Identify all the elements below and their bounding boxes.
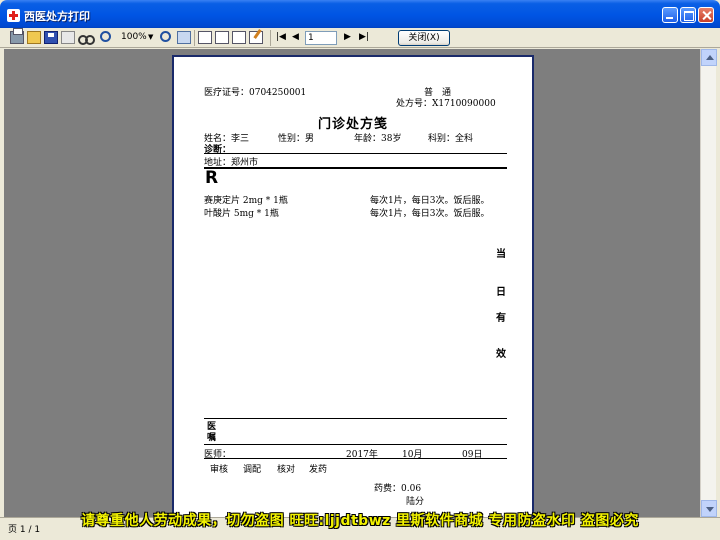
scroll-up-icon[interactable] <box>701 49 717 66</box>
page-number-input[interactable]: 1 <box>305 31 337 45</box>
drug-usage: 每次1片，每日3次。饭后服。 <box>370 196 490 206</box>
validity-note-char: 当 <box>496 249 506 260</box>
vertical-scrollbar[interactable] <box>700 49 717 517</box>
prescription-title: 门诊处方笺 <box>317 117 388 132</box>
two-page-icon[interactable] <box>215 31 229 44</box>
dispense-label: 调配 <box>243 465 262 475</box>
edit-page-icon[interactable] <box>249 31 263 44</box>
find-icon[interactable] <box>78 31 95 45</box>
rx-symbol: R <box>205 168 219 188</box>
first-page-icon[interactable]: |◀ <box>276 31 286 44</box>
drug-name: 赛庚定片 2mg * 1瓶 <box>204 196 288 206</box>
divider <box>204 444 507 445</box>
next-page-icon[interactable]: ▶ <box>344 31 351 44</box>
last-page-icon[interactable]: ▶| <box>359 31 369 44</box>
single-page-icon[interactable] <box>198 31 212 44</box>
print-preview-area[interactable]: 医疗证号：0704250001 普 通 处方号：X1710090000 门诊处方… <box>4 49 700 517</box>
prescription-number: 处方号：X1710090000 <box>396 99 496 109</box>
medical-cert-number: 医疗证号：0704250001 <box>204 88 307 98</box>
open-folder-icon[interactable] <box>27 31 41 44</box>
fit-page-icon[interactable] <box>177 31 191 44</box>
review-label: 审核 <box>210 465 229 475</box>
validity-note-char: 有 <box>496 313 506 324</box>
watermark-text: 请尊重他人劳动成果，切勿盗图 旺旺:ljjdtbwz 里斯软件商城 专用防盗水印… <box>81 513 639 529</box>
divider <box>204 167 507 169</box>
validity-note-char: 效 <box>496 349 506 360</box>
print-icon[interactable] <box>10 28 24 44</box>
toolbar: 100% ▼ |◀ ◀ 1 ▶ ▶| 关闭(X) <box>0 28 720 48</box>
multi-page-icon[interactable] <box>232 31 246 44</box>
window-title: 西医处方打印 <box>24 10 90 23</box>
save-icon[interactable] <box>44 31 58 44</box>
department: 科别：全科 <box>428 134 474 144</box>
divider <box>204 458 507 459</box>
prescription-page: 医疗证号：0704250001 普 通 处方号：X1710090000 门诊处方… <box>172 55 534 517</box>
validity-note-char: 日 <box>496 287 506 298</box>
drug-name: 叶酸片 5mg * 1瓶 <box>204 209 279 219</box>
close-button[interactable]: 关闭(X) <box>398 30 450 46</box>
title-bar: 西医处方打印 <box>0 0 720 30</box>
patient-age: 年龄：38岁 <box>354 134 402 144</box>
previous-page-icon[interactable]: ◀ <box>292 31 299 44</box>
maximize-button[interactable] <box>680 7 696 23</box>
toolbar-separator <box>194 30 195 46</box>
issue-label: 发药 <box>309 465 328 475</box>
divider <box>204 153 507 154</box>
check-label: 核对 <box>277 465 296 475</box>
medical-cross-icon <box>7 9 20 22</box>
zoom-out-icon[interactable] <box>160 31 171 42</box>
toolbar-separator <box>270 30 271 46</box>
patient-gender: 性别：男 <box>278 134 315 144</box>
doctor-advice-label: 医嘱 <box>207 422 217 443</box>
minimize-button[interactable] <box>662 7 678 23</box>
drug-usage: 每次1片，每日3次。饭后服。 <box>370 209 490 219</box>
drug-fee: 药费：0.06 <box>374 484 422 494</box>
divider <box>204 418 507 419</box>
chevron-down-icon[interactable]: ▼ <box>148 33 153 41</box>
fee-in-words: 陆分 <box>406 497 425 507</box>
close-window-button[interactable] <box>698 7 714 23</box>
export-icon[interactable] <box>61 31 75 44</box>
zoom-in-icon[interactable] <box>100 31 111 42</box>
